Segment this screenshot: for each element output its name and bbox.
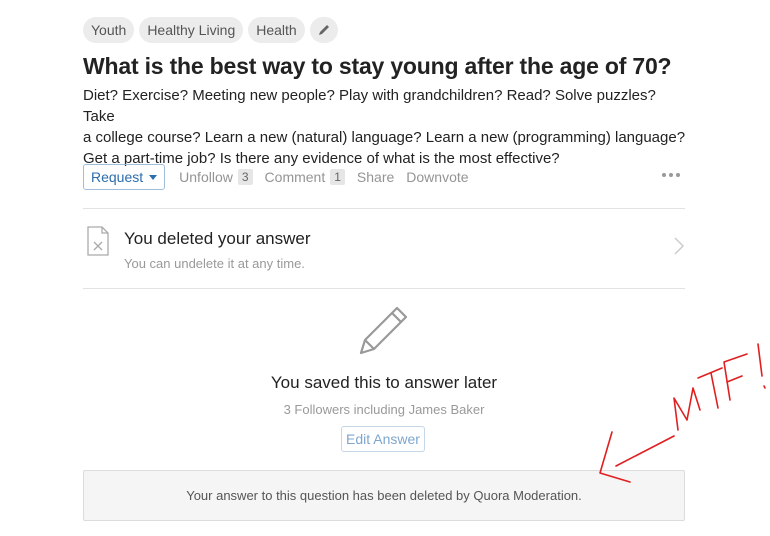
pencil-icon — [318, 25, 329, 35]
deleted-answer-title: You deleted your answer — [124, 229, 311, 248]
deleted-answer-row[interactable]: You deleted your answer You can undelete… — [83, 216, 685, 282]
share-button[interactable]: Share — [357, 169, 394, 185]
edit-answer-button[interactable]: Edit Answer — [341, 426, 425, 452]
comment-count: 1 — [330, 169, 345, 185]
caret-down-icon — [149, 174, 158, 180]
more-icon[interactable] — [662, 173, 680, 177]
topic-list: Youth Healthy Living Health — [83, 17, 338, 43]
question-details: Diet? Exercise? Meeting new people? Play… — [83, 85, 687, 169]
comment-label: Comment — [264, 169, 326, 185]
downvote-button[interactable]: Downvote — [406, 169, 468, 185]
comment-button[interactable]: Comment 1 — [265, 169, 345, 185]
pencil-icon — [359, 306, 408, 355]
request-button[interactable]: Request — [83, 164, 166, 190]
unfollow-label: Unfollow — [179, 169, 233, 185]
unfollow-button[interactable]: Unfollow 3 — [179, 169, 253, 185]
unfollow-count: 3 — [237, 169, 253, 185]
wtf-annotation — [599, 343, 766, 483]
topic-health[interactable]: Health — [248, 17, 305, 43]
divider — [83, 208, 685, 209]
edit-topics-button[interactable] — [309, 17, 338, 43]
action-bar: Request Unfollow 3 Comment 1 Share Downv… — [83, 164, 685, 190]
document-icon — [87, 226, 109, 256]
topic-healthy-living[interactable]: Healthy Living — [139, 17, 244, 43]
topic-youth[interactable]: Youth — [83, 17, 135, 43]
request-label: Request — [91, 169, 144, 185]
chevron-right-icon — [674, 237, 685, 255]
question-title[interactable]: What is the best way to stay young after… — [83, 53, 672, 80]
details-line: Diet? Exercise? Meeting new people? Play… — [83, 87, 656, 125]
details-line: a college course? Learn a new (natural) … — [83, 129, 686, 146]
divider — [83, 288, 685, 289]
deleted-answer-subtitle: You can undelete it at any time. — [124, 256, 305, 271]
